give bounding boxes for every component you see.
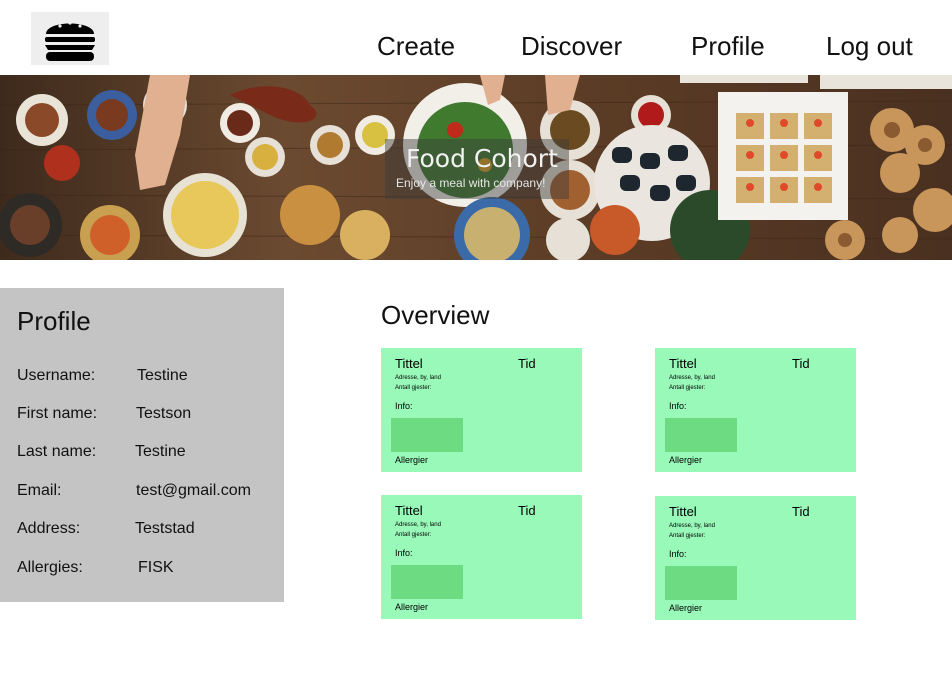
- nav-create[interactable]: Create: [377, 30, 455, 62]
- banner-text-box: Food Cohort Enjoy a meal with company!: [385, 139, 569, 199]
- profile-value: Testson: [136, 405, 192, 422]
- nav-logout[interactable]: Log out: [826, 30, 913, 62]
- profile-panel: Profile Username: Testine First name: Te…: [0, 288, 284, 602]
- card-image-placeholder: [391, 565, 463, 599]
- banner-subtitle: Enjoy a meal with company!: [396, 176, 546, 190]
- card-address: Adresse, by, land: [395, 522, 441, 528]
- card-guests: Antall gjester:: [395, 532, 432, 538]
- profile-value: Teststad: [135, 520, 195, 537]
- card-image-placeholder: [665, 418, 737, 452]
- profile-label: Username:: [17, 367, 96, 384]
- nav-profile[interactable]: Profile: [691, 30, 765, 62]
- profile-row-allergies: Allergies: FISK: [17, 559, 277, 581]
- banner: Food Cohort Enjoy a meal with company!: [0, 75, 952, 260]
- card-title: Tittel: [669, 504, 697, 519]
- card-guests: Antall gjester:: [669, 533, 706, 539]
- profile-label: Email:: [17, 482, 62, 499]
- banner-title: Food Cohort: [406, 144, 558, 173]
- card-title: Tittel: [395, 356, 423, 371]
- card-time: Tid: [518, 503, 536, 518]
- card-title: Tittel: [669, 356, 697, 371]
- overview-title: Overview: [381, 300, 490, 330]
- profile-label: First name:: [17, 405, 98, 422]
- profile-row-email: Email: test@gmail.com: [17, 482, 277, 504]
- profile-value: test@gmail.com: [136, 482, 251, 499]
- profile-row-username: Username: Testine: [17, 367, 277, 389]
- card-image-placeholder: [665, 566, 737, 600]
- profile-value: Testine: [137, 367, 188, 384]
- card-time: Tid: [792, 504, 810, 519]
- event-card[interactable]: Tittel Tid Adresse, by, land Antall gjes…: [381, 495, 582, 619]
- logo[interactable]: [31, 12, 109, 65]
- event-card[interactable]: Tittel Tid Adresse, by, land Antall gjes…: [381, 348, 582, 472]
- card-info: Info:: [395, 548, 413, 558]
- profile-row-first-name: First name: Testson: [17, 405, 277, 427]
- card-time: Tid: [518, 356, 536, 371]
- profile-label: Allergies:: [17, 559, 83, 576]
- card-info: Info:: [669, 549, 687, 559]
- card-guests: Antall gjester:: [395, 385, 432, 391]
- card-title: Tittel: [395, 503, 423, 518]
- burger-icon: [45, 20, 95, 61]
- profile-value: Testine: [135, 443, 186, 460]
- card-info: Info:: [395, 401, 413, 411]
- card-allergies: Allergier: [669, 455, 703, 465]
- card-guests: Antall gjester:: [669, 385, 706, 391]
- card-allergies: Allergier: [395, 455, 429, 465]
- profile-label: Address:: [17, 520, 81, 537]
- card-allergies: Allergier: [395, 602, 429, 612]
- card-image-placeholder: [391, 418, 463, 452]
- card-address: Adresse, by, land: [669, 375, 715, 381]
- card-allergies: Allergier: [669, 603, 703, 613]
- profile-value: FISK: [138, 559, 174, 576]
- card-address: Adresse, by, land: [669, 523, 715, 529]
- profile-label: Last name:: [17, 443, 97, 460]
- profile-row-address: Address: Teststad: [17, 520, 277, 542]
- profile-title: Profile: [17, 306, 91, 336]
- card-address: Adresse, by, land: [395, 375, 441, 381]
- nav-discover[interactable]: Discover: [521, 30, 622, 62]
- event-card[interactable]: Tittel Tid Adresse, by, land Antall gjes…: [655, 348, 856, 472]
- event-card[interactable]: Tittel Tid Adresse, by, land Antall gjes…: [655, 496, 856, 620]
- card-time: Tid: [792, 356, 810, 371]
- card-info: Info:: [669, 401, 687, 411]
- profile-row-last-name: Last name: Testine: [17, 443, 277, 465]
